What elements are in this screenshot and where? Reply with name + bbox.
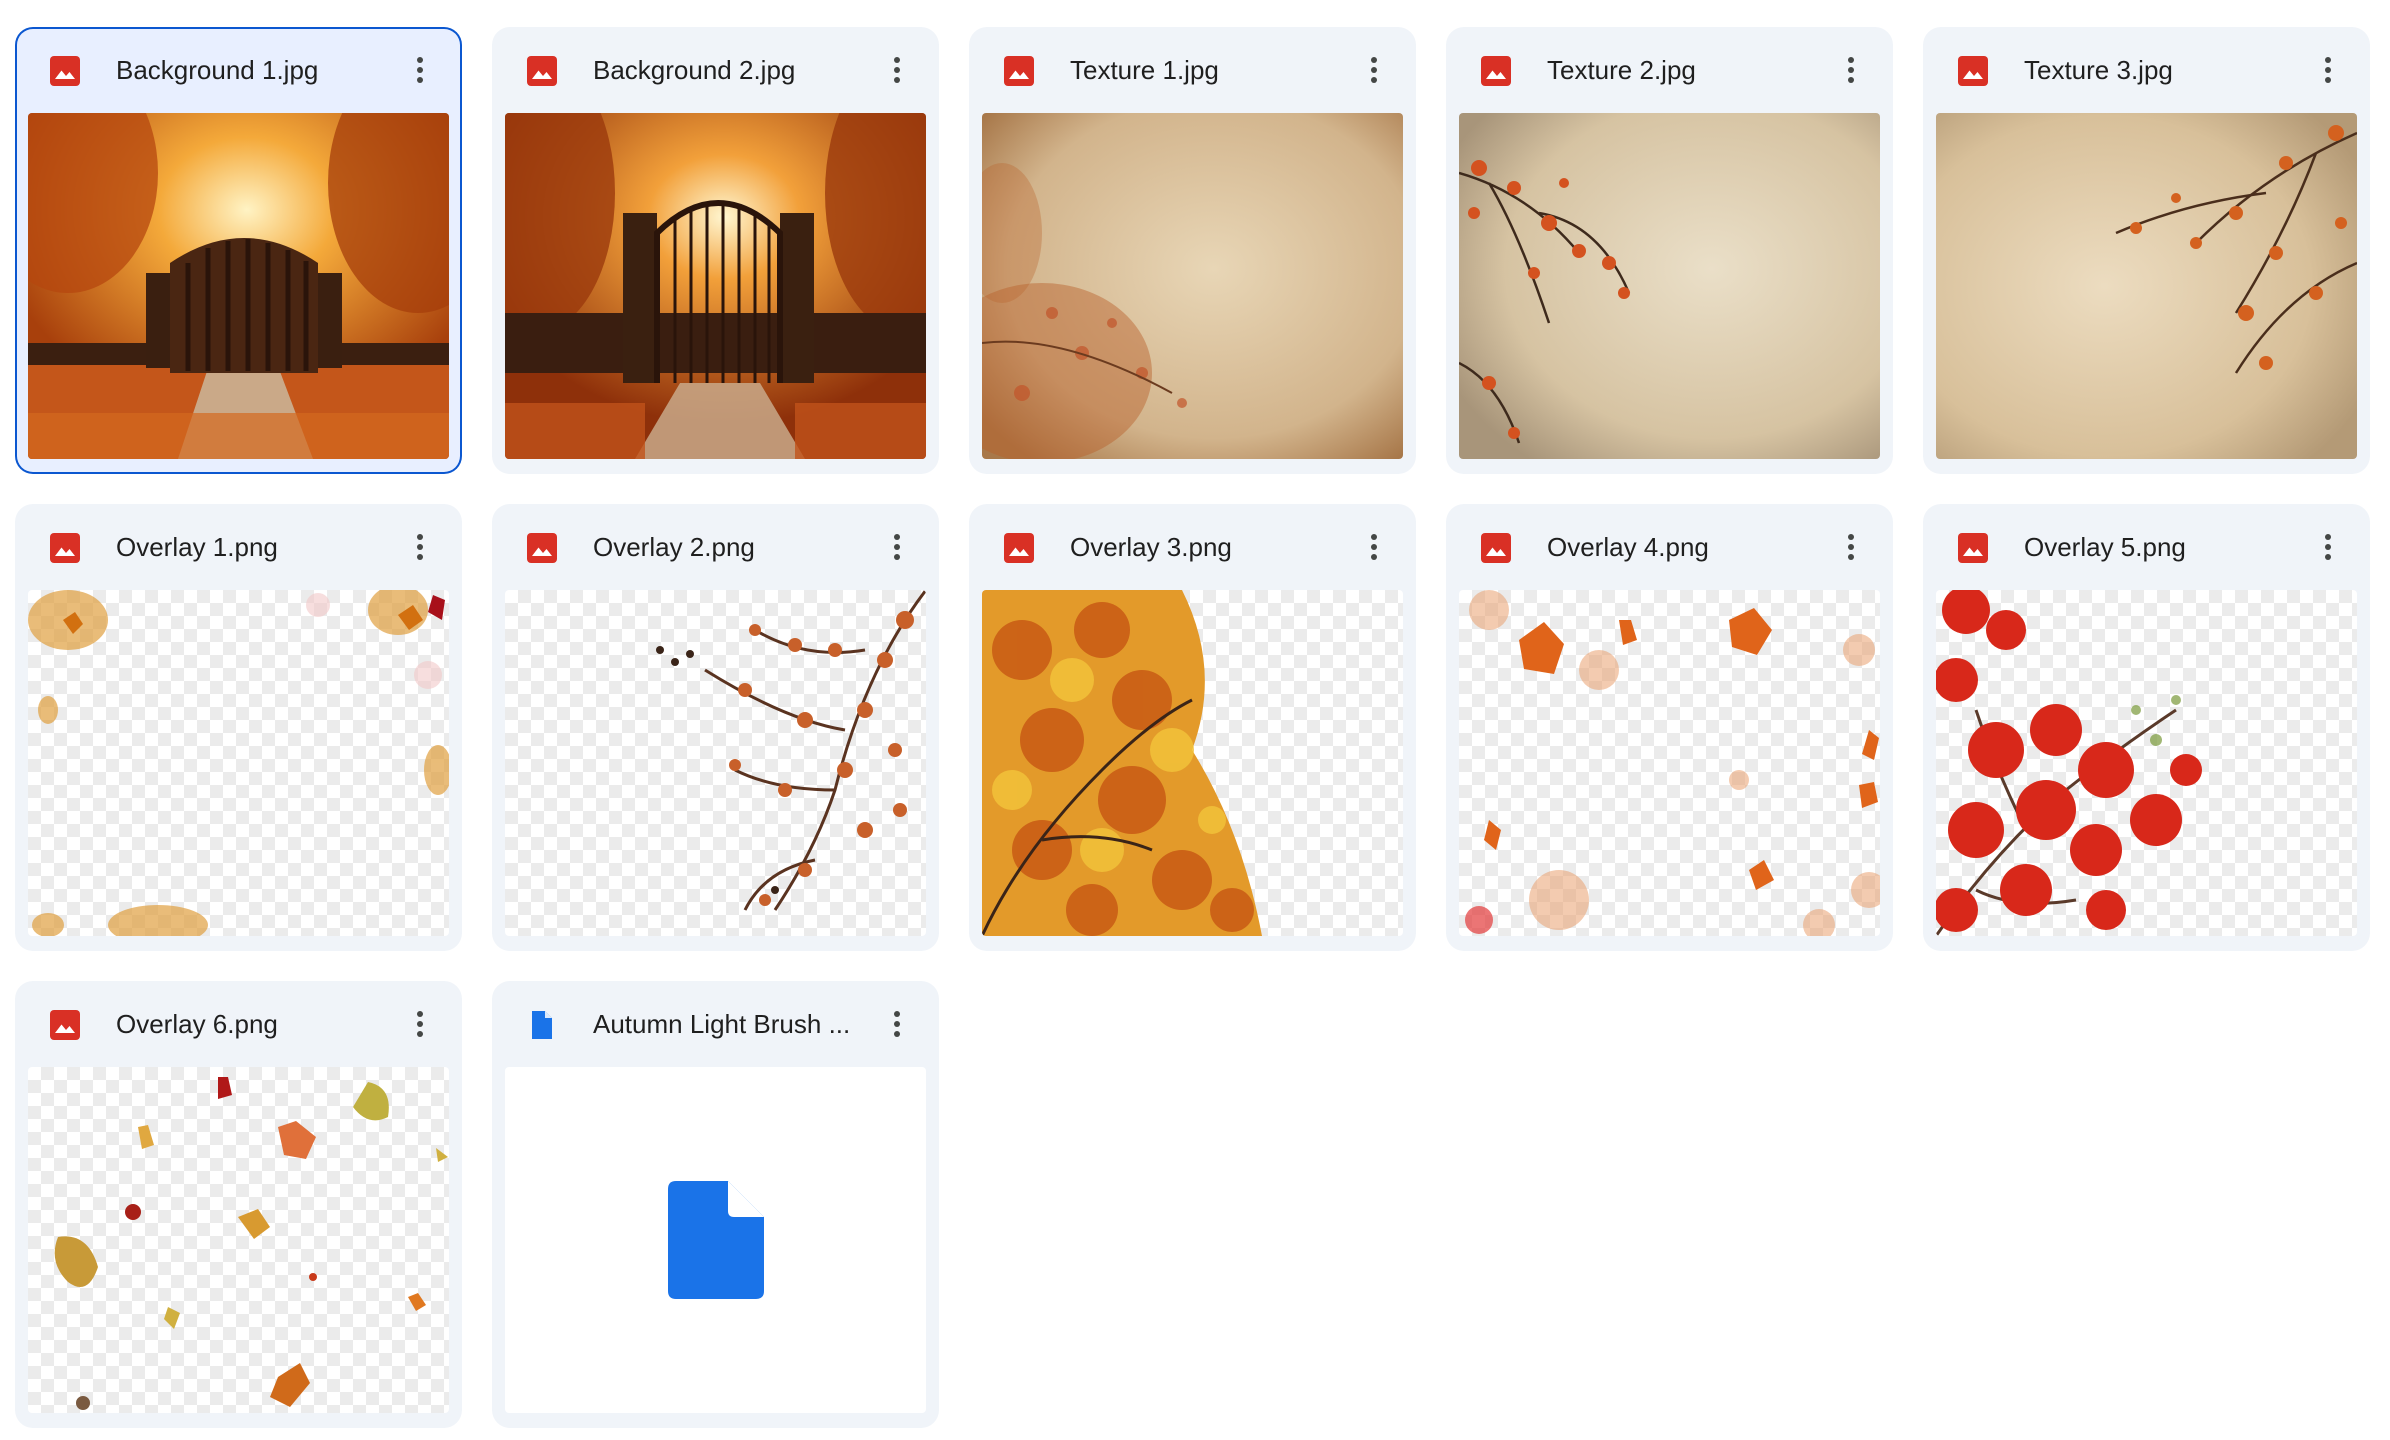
file-card-header: Background 1.jpg — [15, 27, 462, 113]
file-card[interactable]: Texture 2.jpg — [1446, 27, 1893, 474]
file-name: Overlay 6.png — [116, 1009, 278, 1039]
file-card-header: Overlay 2.png — [492, 504, 939, 590]
file-thumbnail[interactable] — [982, 113, 1403, 459]
more-vert-icon — [1371, 534, 1377, 560]
file-card-header: Texture 3.jpg — [1923, 27, 2370, 113]
image-file-icon — [49, 532, 81, 564]
file-name: Overlay 4.png — [1547, 532, 1709, 562]
more-vert-icon — [1371, 57, 1377, 83]
file-thumbnail[interactable] — [28, 1067, 449, 1413]
file-card[interactable]: Overlay 2.png — [492, 504, 939, 951]
more-vert-icon — [417, 1011, 423, 1037]
file-name: Background 2.jpg — [593, 55, 796, 85]
file-grid: Background 1.jpg Background 2.jpg Textur… — [15, 27, 2370, 1428]
file-name: Background 1.jpg — [116, 55, 319, 85]
file-thumbnail[interactable] — [505, 113, 926, 459]
file-card[interactable]: Autumn Light Brush ... — [492, 981, 939, 1428]
file-thumbnail[interactable] — [1936, 590, 2357, 936]
image-file-icon — [526, 55, 558, 87]
file-card[interactable]: Overlay 3.png — [969, 504, 1416, 951]
file-card[interactable]: Overlay 5.png — [1923, 504, 2370, 951]
image-file-icon — [1003, 55, 1035, 87]
file-card[interactable]: Background 2.jpg — [492, 27, 939, 474]
file-name: Overlay 5.png — [2024, 532, 2186, 562]
more-vert-icon — [417, 534, 423, 560]
more-vert-icon — [1848, 534, 1854, 560]
file-card-header: Texture 2.jpg — [1446, 27, 1893, 113]
file-card-header: Overlay 5.png — [1923, 504, 2370, 590]
more-vert-icon — [417, 57, 423, 83]
image-file-icon — [1957, 55, 1989, 87]
file-card[interactable]: Texture 1.jpg — [969, 27, 1416, 474]
file-name: Overlay 3.png — [1070, 532, 1232, 562]
file-card-header: Overlay 1.png — [15, 504, 462, 590]
file-card-header: Overlay 3.png — [969, 504, 1416, 590]
file-name: Texture 1.jpg — [1070, 55, 1219, 85]
file-card-header: Autumn Light Brush ... — [492, 981, 939, 1067]
file-name: Texture 3.jpg — [2024, 55, 2173, 85]
more-actions-button[interactable] — [2308, 527, 2348, 567]
file-card[interactable]: Texture 3.jpg — [1923, 27, 2370, 474]
more-actions-button[interactable] — [2308, 50, 2348, 90]
image-file-icon — [49, 55, 81, 87]
more-actions-button[interactable] — [877, 1004, 917, 1044]
more-actions-button[interactable] — [1354, 527, 1394, 567]
image-file-icon — [49, 1009, 81, 1041]
image-file-icon — [1480, 55, 1512, 87]
file-thumbnail[interactable] — [28, 113, 449, 459]
image-file-icon — [1480, 532, 1512, 564]
more-actions-button[interactable] — [400, 527, 440, 567]
file-card-header: Background 2.jpg — [492, 27, 939, 113]
file-card[interactable]: Overlay 6.png — [15, 981, 462, 1428]
file-thumbnail[interactable] — [1936, 113, 2357, 459]
file-card-header: Texture 1.jpg — [969, 27, 1416, 113]
file-name: Texture 2.jpg — [1547, 55, 1696, 85]
file-card[interactable]: Background 1.jpg — [15, 27, 462, 474]
more-actions-button[interactable] — [1354, 50, 1394, 90]
file-thumbnail[interactable] — [505, 1067, 926, 1413]
file-thumbnail[interactable] — [982, 590, 1403, 936]
file-thumbnail[interactable] — [505, 590, 926, 936]
image-file-icon — [1003, 532, 1035, 564]
file-thumbnail[interactable] — [28, 590, 449, 936]
file-card-header: Overlay 4.png — [1446, 504, 1893, 590]
more-actions-button[interactable] — [1831, 50, 1871, 90]
file-card-header: Overlay 6.png — [15, 981, 462, 1067]
more-vert-icon — [2325, 57, 2331, 83]
more-vert-icon — [894, 1011, 900, 1037]
file-name: Autumn Light Brush ... — [593, 1009, 851, 1039]
more-vert-icon — [894, 534, 900, 560]
more-vert-icon — [2325, 534, 2331, 560]
file-thumbnail[interactable] — [1459, 590, 1880, 936]
more-actions-button[interactable] — [877, 527, 917, 567]
more-actions-button[interactable] — [877, 50, 917, 90]
file-name: Overlay 1.png — [116, 532, 278, 562]
document-file-icon — [526, 1009, 558, 1041]
more-actions-button[interactable] — [400, 1004, 440, 1044]
document-file-icon — [667, 1181, 764, 1299]
file-name: Overlay 2.png — [593, 532, 755, 562]
file-thumbnail[interactable] — [1459, 113, 1880, 459]
image-file-icon — [1957, 532, 1989, 564]
file-card[interactable]: Overlay 4.png — [1446, 504, 1893, 951]
more-actions-button[interactable] — [400, 50, 440, 90]
image-file-icon — [526, 532, 558, 564]
more-vert-icon — [1848, 57, 1854, 83]
file-card[interactable]: Overlay 1.png — [15, 504, 462, 951]
more-vert-icon — [894, 57, 900, 83]
more-actions-button[interactable] — [1831, 527, 1871, 567]
